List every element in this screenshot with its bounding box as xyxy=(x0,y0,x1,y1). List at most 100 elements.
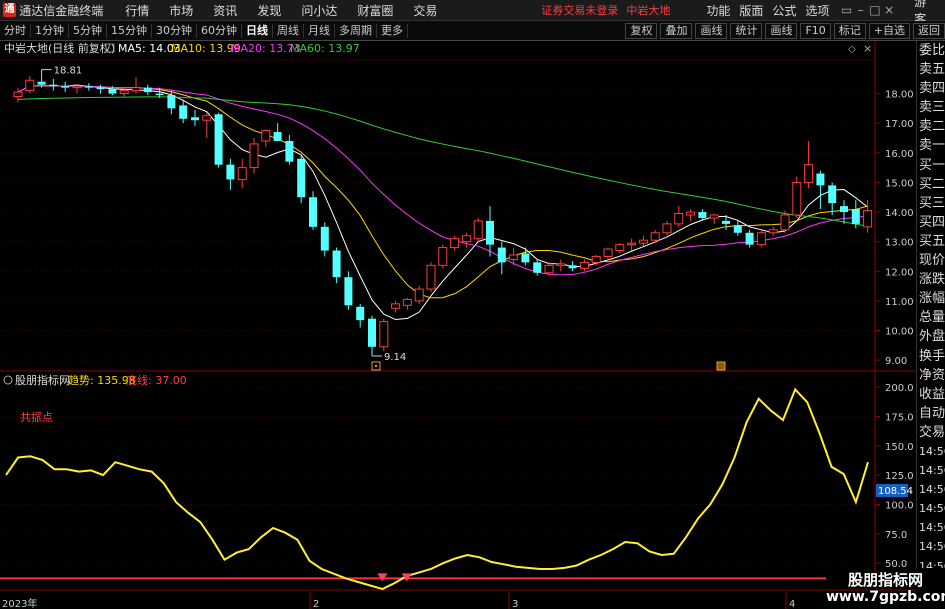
candle-body xyxy=(722,220,730,224)
candle-body xyxy=(96,87,105,90)
stock-chart[interactable]: 18.00 17.00 16.00 15.00 14.00 13.00 12.00 11.00… xyxy=(0,41,916,609)
candle-body xyxy=(72,85,82,89)
candle-body xyxy=(768,229,778,234)
ma60-line xyxy=(17,96,868,227)
menu-gongshi[interactable]: 公式 xyxy=(772,2,796,19)
quote-panel-item: 卖五 xyxy=(919,62,945,78)
trend-line xyxy=(5,387,869,591)
tool-huaxian[interactable]: 画线 xyxy=(695,23,728,39)
period-1min[interactable]: 1分钟 xyxy=(31,23,69,38)
candle-body xyxy=(698,212,707,218)
quote-panel-item: 买五 xyxy=(919,233,945,249)
tool-add-favorite[interactable]: +自选 xyxy=(868,23,910,39)
candle-body xyxy=(37,81,46,85)
candle-body xyxy=(863,210,873,228)
indicator-name: 股朋指标网 xyxy=(15,373,70,387)
indicator-tick-label: 100.0 xyxy=(885,500,914,511)
chart-settings-icon[interactable]: ◇ xyxy=(848,44,856,55)
quote-panel-item: 14:56 xyxy=(919,444,945,458)
price-tick-label: 14.00 xyxy=(885,208,914,219)
period-5min[interactable]: 5分钟 xyxy=(69,23,107,38)
period-30min[interactable]: 30分钟 xyxy=(152,23,197,38)
menu-wenxiaoda[interactable]: 问小达 xyxy=(301,2,337,19)
bottom-line-label: 底线: 37.00 xyxy=(126,373,187,387)
tool-diejia[interactable]: 叠加 xyxy=(660,23,693,39)
candle-body xyxy=(356,306,365,321)
info-marker-icon[interactable] xyxy=(716,361,726,371)
site-watermark: 股朋指标网 www.7gpzb.com xyxy=(826,567,945,609)
time-label-mar: 3 xyxy=(512,599,518,609)
candle-body xyxy=(131,87,141,92)
period-daily[interactable]: 日线 xyxy=(242,23,273,38)
tool-back[interactable]: 返回 xyxy=(913,23,945,39)
candle-body xyxy=(509,254,519,260)
candle-body xyxy=(780,214,790,231)
event-marker-dot xyxy=(375,365,377,367)
tool-f10[interactable]: F10 xyxy=(800,23,831,39)
resonance-annotation: 共振点 xyxy=(20,410,53,424)
tool-fuquan[interactable]: 复权 xyxy=(625,23,658,39)
chart-frame xyxy=(0,41,916,591)
menu-xuanxiang[interactable]: 选项 xyxy=(805,2,829,19)
menu-hangqing[interactable]: 行情 xyxy=(125,2,149,19)
time-label-feb: 2 xyxy=(313,599,319,609)
skin-icon[interactable]: ▭ xyxy=(839,3,853,17)
quote-panel-item: 买一 xyxy=(919,157,945,173)
quote-panel-item: 收益 xyxy=(919,386,945,402)
price-grid xyxy=(0,93,875,361)
period-more[interactable]: 更多 xyxy=(377,23,408,38)
tool-huaxian-2[interactable]: 画线 xyxy=(765,23,798,39)
menu-shichang[interactable]: 市场 xyxy=(169,2,193,19)
high-price-label: 18.81 xyxy=(54,66,83,77)
candle-body xyxy=(320,226,329,251)
candle-body xyxy=(426,264,436,290)
title-bar: 通 通达信金融终端 行情 市场 资讯 发现 问小达 财富圈 交易 证券交易未登录… xyxy=(0,0,945,26)
period-fenshi[interactable]: 分时 xyxy=(0,23,31,38)
price-tick-label: 17.00 xyxy=(885,119,914,130)
indicator-tick-label: 75.0 xyxy=(885,530,907,541)
chart-close-icon[interactable]: × xyxy=(863,42,872,55)
main-chart-header: 中岩大地(日线 前复权) MA5: 14.03 MA10: 13.99 MA20… xyxy=(4,41,872,55)
candle-body xyxy=(756,232,766,246)
quote-panel-item: 买三 xyxy=(919,195,945,211)
login-notice[interactable]: 证券交易未登录 xyxy=(541,2,618,18)
period-multi[interactable]: 多周期 xyxy=(335,23,377,38)
quote-panel: 委比 卖五 卖四 卖三 卖二 卖一 买一 买二 买三 买四 买五 现价 涨跌 涨幅 总量 外盘 换手 净资 收益 自动… xyxy=(916,41,945,568)
candle-body xyxy=(521,253,530,263)
minimize-icon[interactable]: – xyxy=(854,3,868,17)
candle-body xyxy=(108,89,117,94)
period-weekly[interactable]: 周线 xyxy=(273,23,304,38)
indicator-settings-icon[interactable] xyxy=(3,375,13,385)
candle-body xyxy=(438,247,448,266)
candle-body xyxy=(615,244,625,252)
close-icon[interactable]: × xyxy=(882,3,896,17)
candle-body xyxy=(650,232,660,241)
candle-body xyxy=(119,90,129,95)
menu-faxian[interactable]: 发现 xyxy=(257,2,281,19)
quote-panel-item: 14:56 xyxy=(919,502,945,516)
moving-average-lines xyxy=(17,84,868,321)
quote-panel-item: 涨幅 xyxy=(919,291,945,307)
period-monthly[interactable]: 月线 xyxy=(304,23,335,38)
menu-caifuquan[interactable]: 财富圈 xyxy=(357,2,393,19)
candle-body xyxy=(414,288,424,302)
candle-body xyxy=(237,167,247,180)
candle-body xyxy=(533,262,542,273)
candle-body xyxy=(84,86,93,88)
price-tick-label: 10.00 xyxy=(885,327,914,338)
tool-tongji[interactable]: 统计 xyxy=(730,23,763,39)
quote-panel-item: 14:56 xyxy=(919,521,945,535)
menu-gongneng[interactable]: 功能 xyxy=(706,2,730,19)
maximize-icon[interactable]: □ xyxy=(868,3,882,17)
candle-body xyxy=(450,238,460,249)
quote-panel-item: 交易 xyxy=(919,424,945,440)
menu-banmian[interactable]: 版面 xyxy=(739,2,763,19)
watermark-title: 股朋指标网 xyxy=(847,571,923,589)
current-value-text: 108.54 xyxy=(878,486,913,497)
candle-body xyxy=(61,86,70,88)
period-15min[interactable]: 15分钟 xyxy=(107,23,152,38)
menu-zixun[interactable]: 资讯 xyxy=(213,2,237,19)
period-60min[interactable]: 60分钟 xyxy=(197,23,242,38)
tool-biaoji[interactable]: 标记 xyxy=(833,23,866,39)
menu-jiaoyi[interactable]: 交易 xyxy=(413,2,437,19)
